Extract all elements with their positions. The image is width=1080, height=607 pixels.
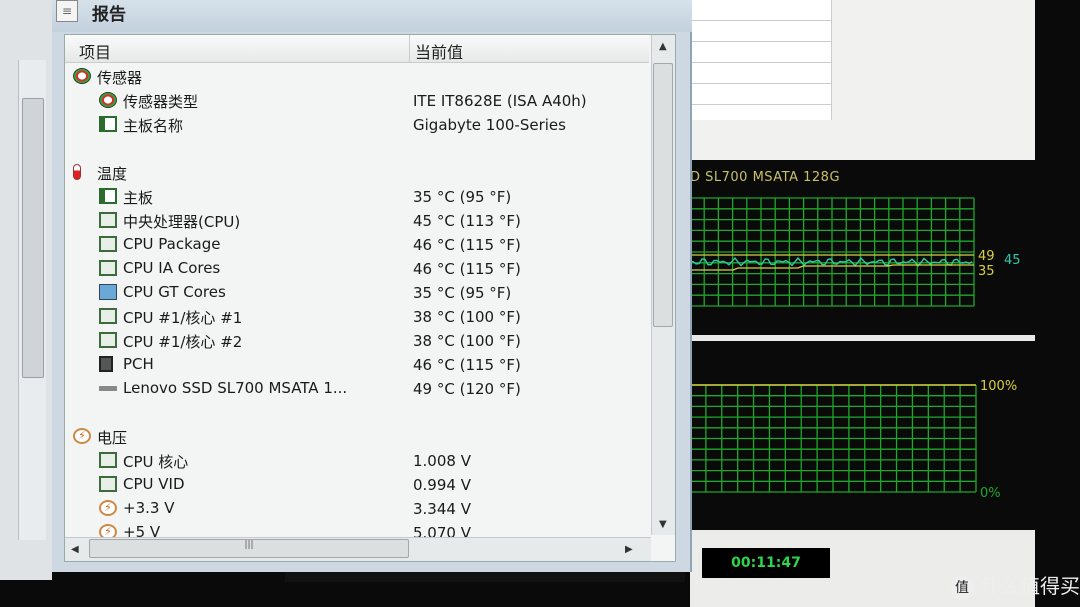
item-label: 电压 — [97, 429, 128, 447]
item-value: ITE IT8628E (ISA A40h) — [413, 92, 587, 110]
item-value: 38 °C (100 °F) — [413, 332, 521, 350]
list-item[interactable]: CPU VID 0.994 V — [65, 473, 649, 497]
list-item[interactable] — [65, 137, 649, 161]
sensor-icon — [99, 92, 117, 108]
item-label: CPU GT Cores — [123, 283, 226, 301]
gpu-icon — [99, 284, 117, 300]
list-item[interactable]: 温度 — [65, 161, 649, 185]
list-item[interactable]: ⚡ +3.3 V 3.344 V — [65, 497, 649, 521]
item-value: 1.008 V — [413, 452, 471, 470]
list-item[interactable]: 中央处理器(CPU) 45 °C (113 °F) — [65, 209, 649, 233]
item-label: 传感器类型 — [123, 93, 199, 111]
taskbar-strip — [285, 572, 685, 582]
list-item[interactable]: 传感器类型 ITE IT8628E (ISA A40h) — [65, 89, 649, 113]
voltage-icon: ⚡ — [99, 500, 117, 516]
column-header-value[interactable]: 当前值 — [415, 39, 463, 63]
scroll-up-arrow[interactable]: ▲ — [659, 41, 667, 52]
list-item[interactable]: CPU #1/核心 #2 38 °C (100 °F) — [65, 329, 649, 353]
item-label: 温度 — [97, 165, 128, 183]
item-label: Lenovo SSD SL700 MSATA 1... — [123, 379, 348, 397]
graph-divider — [690, 335, 1035, 341]
item-label: CPU 核心 — [123, 453, 189, 471]
item-value: 0.994 V — [413, 476, 471, 494]
temp-label-top: 49 — [978, 249, 995, 264]
window-title: 报告 — [92, 5, 126, 25]
list-item[interactable]: CPU GT Cores 35 °C (95 °F) — [65, 281, 649, 305]
usage-label-bottom: 0% — [980, 486, 1001, 500]
watermark: 值什么值得买 — [950, 570, 1080, 600]
temp-label-bottom: 35 — [978, 264, 995, 279]
item-label: CPU VID — [123, 475, 185, 493]
item-label: 主板名称 — [123, 117, 184, 135]
list-item[interactable]: PCH 46 °C (115 °F) — [65, 353, 649, 377]
left-scrollbar-thumb[interactable] — [22, 98, 44, 378]
item-value: 46 °C (115 °F) — [413, 236, 521, 254]
top-right-table — [692, 0, 832, 120]
item-label: CPU Package — [123, 235, 221, 253]
list-item[interactable]: Lenovo SSD SL700 MSATA 1... 49 °C (120 °F… — [65, 377, 649, 401]
column-header-item[interactable]: 项目 — [79, 39, 111, 63]
vertical-scrollbar-thumb[interactable] — [653, 63, 673, 327]
watermark-logo-icon: 值 — [950, 575, 974, 600]
sensor-list: 项目 当前值 传感器传感器类型 ITE IT8628E (ISA A40h) 主板名… — [64, 34, 676, 562]
chip-icon — [99, 308, 117, 324]
voltage-icon: ⚡ — [73, 428, 91, 444]
item-value: 3.344 V — [413, 500, 471, 518]
list-item[interactable]: 传感器 — [65, 65, 649, 89]
motherboard-icon — [99, 116, 117, 132]
item-value: Gigabyte 100-Series — [413, 116, 566, 134]
scroll-right-arrow[interactable]: ▶ — [625, 544, 633, 555]
item-value: 38 °C (100 °F) — [413, 308, 521, 326]
title-bar: ≡ 报告 — [52, 0, 692, 32]
report-window: ≡ 报告 项目 当前值 传感器传感器类型 ITE IT8628E (ISA A40… — [52, 0, 692, 572]
item-label: PCH — [123, 355, 154, 373]
motherboard-icon — [99, 188, 117, 204]
pch-icon — [99, 356, 113, 372]
item-value: 35 °C (95 °F) — [413, 284, 512, 302]
chip-icon — [99, 476, 117, 492]
item-label: 传感器 — [97, 69, 143, 87]
scroll-down-arrow[interactable]: ▼ — [659, 519, 667, 530]
chip-icon — [99, 332, 117, 348]
item-label: 中央处理器(CPU) — [123, 213, 241, 231]
scroll-left-arrow[interactable]: ◀ — [71, 544, 79, 555]
item-label: 主板 — [123, 189, 154, 207]
item-value: 46 °C (115 °F) — [413, 356, 521, 374]
horizontal-scrollbar-thumb[interactable]: ||| — [89, 539, 409, 558]
column-divider[interactable] — [409, 35, 410, 63]
chip-icon — [99, 236, 117, 252]
item-value: 45 °C (113 °F) — [413, 212, 521, 230]
list-item[interactable]: CPU Package 46 °C (115 °F) — [65, 233, 649, 257]
usage-label-top: 100% — [980, 379, 1017, 394]
list-item[interactable]: CPU IA Cores 46 °C (115 °F) — [65, 257, 649, 281]
item-label: CPU IA Cores — [123, 259, 221, 277]
ssd-icon — [99, 386, 117, 391]
list-item[interactable]: CPU 核心 1.008 V — [65, 449, 649, 473]
chip-icon — [99, 452, 117, 468]
list-item[interactable] — [65, 401, 649, 425]
list-item[interactable]: 主板 35 °C (95 °F) — [65, 185, 649, 209]
sensor-icon — [73, 68, 91, 84]
chip-icon — [99, 260, 117, 276]
temp-label-current: 45 — [1004, 253, 1021, 268]
item-label: CPU #1/核心 #1 — [123, 309, 243, 327]
list-item[interactable]: ⚡ 电压 — [65, 425, 649, 449]
temp-graph-title: D SL700 MSATA 128G — [690, 170, 841, 185]
list-item[interactable]: 主板名称 Gigabyte 100-Series — [65, 113, 649, 137]
chip-icon — [99, 212, 117, 228]
item-label: +3.3 V — [123, 499, 175, 517]
report-icon: ≡ — [56, 0, 78, 22]
thermometer-icon — [73, 164, 81, 180]
item-value: 35 °C (95 °F) — [413, 188, 512, 206]
item-value: 46 °C (115 °F) — [413, 260, 521, 278]
list-header: 项目 当前值 — [65, 35, 649, 63]
temperature-graph: 4935 45 — [689, 197, 1021, 307]
item-value: 49 °C (120 °F) — [413, 380, 521, 398]
item-label: CPU #1/核心 #2 — [123, 333, 243, 351]
elapsed-timer: 00:11:47 — [702, 548, 830, 578]
list-item[interactable]: CPU #1/核心 #1 38 °C (100 °F) — [65, 305, 649, 329]
usage-graph: 100% 0% — [689, 379, 1017, 500]
watermark-text: 什么值得买 — [980, 574, 1080, 598]
